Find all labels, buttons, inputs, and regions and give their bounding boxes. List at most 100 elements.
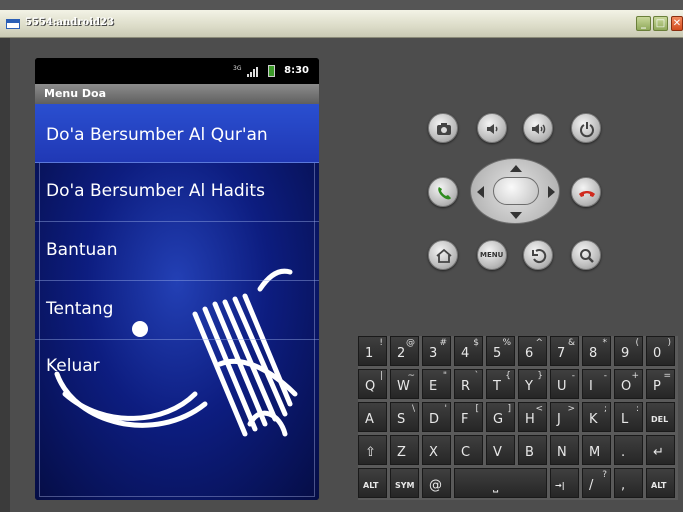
key-main-label: ⎵ [493, 478, 499, 493]
key-z[interactable]: Z [390, 435, 419, 465]
menu-item-tentang[interactable]: Tentang [35, 281, 319, 340]
minimize-button[interactable]: _ [636, 16, 651, 31]
key-5[interactable]: 5% [486, 336, 515, 366]
key-7[interactable]: 7 & [550, 336, 579, 366]
key-g[interactable]: G] [486, 402, 515, 432]
key-alt-label: - [603, 371, 607, 381]
key-0[interactable]: 0) [646, 336, 675, 366]
dpad-center-button[interactable] [493, 177, 539, 205]
key-alt-label: < [535, 404, 543, 414]
home-button[interactable] [428, 240, 458, 270]
volume-up-button[interactable] [523, 113, 553, 143]
key-e[interactable]: E " [422, 369, 451, 399]
key-main-label: SYM [395, 481, 415, 490]
key-[interactable]: , [614, 468, 643, 498]
key-n[interactable]: N [550, 435, 579, 465]
key-1[interactable]: 1! [358, 336, 387, 366]
key-[interactable]: ⇧ [358, 435, 387, 465]
key-main-label: 5 [493, 346, 502, 361]
maximize-button[interactable]: □ [653, 16, 668, 31]
key-c[interactable]: C [454, 435, 483, 465]
key-r[interactable]: R ` [454, 369, 483, 399]
key-[interactable]: /? [582, 468, 611, 498]
menu-item-hadits[interactable]: Do'a Bersumber Al Hadits [35, 163, 319, 222]
key-f[interactable]: F[ [454, 402, 483, 432]
key-main-label: ⇧ [365, 445, 376, 460]
key-alt-label: @ [406, 338, 415, 348]
search-button[interactable] [571, 240, 601, 270]
key-d[interactable]: D ' [422, 402, 451, 432]
window-icon [6, 19, 20, 29]
menu-item-label: Keluar [46, 356, 100, 376]
menu-item-keluar[interactable]: Keluar [35, 340, 319, 399]
window-titlebar[interactable]: 5554:android23 _ □ ✕ [0, 10, 683, 38]
key-main-label: ↵ [653, 445, 664, 460]
key-alt-label: % [502, 338, 511, 348]
menu-item-quran[interactable]: Do'a Bersumber Al Qur'an [35, 104, 319, 163]
key-alt-label: ? [602, 470, 607, 480]
key-[interactable]: ↵ [646, 435, 675, 465]
phone-screen[interactable]: 3G 8:30 Menu Doa Do'a Bersumber Al Qur'a… [35, 58, 319, 500]
call-icon [438, 187, 451, 200]
menu-item-bantuan[interactable]: Bantuan [35, 222, 319, 281]
key-alt-label: ] [507, 404, 511, 414]
key-alt-label: ( [635, 338, 639, 348]
key-t[interactable]: T{ [486, 369, 515, 399]
key-[interactable]: . [614, 435, 643, 465]
key-alt-label: ! [379, 338, 383, 348]
menu-button[interactable]: MENU [477, 240, 507, 270]
key-p[interactable]: P = [646, 369, 675, 399]
key-h[interactable]: H < [518, 402, 547, 432]
key-s[interactable]: S \ [390, 402, 419, 432]
key-o[interactable]: O + [614, 369, 643, 399]
key-alt-label: = [663, 371, 671, 381]
key-8[interactable]: 8 * [582, 336, 611, 366]
key-4[interactable]: 4 $ [454, 336, 483, 366]
close-button[interactable]: ✕ [671, 16, 683, 31]
volume-up-icon [532, 124, 546, 134]
dpad[interactable] [470, 158, 560, 224]
key-main-label: T [493, 379, 501, 394]
key-b[interactable]: B [518, 435, 547, 465]
key-k[interactable]: K; [582, 402, 611, 432]
key-6[interactable]: 6 ^ [518, 336, 547, 366]
key-x[interactable]: X [422, 435, 451, 465]
key-u[interactable]: U- [550, 369, 579, 399]
key-alt-label: & [567, 338, 575, 348]
key-3[interactable]: 3 # [422, 336, 451, 366]
key-main-label: 0 [653, 346, 662, 361]
key-space[interactable]: ⎵ [454, 468, 547, 498]
app-title-bar: Menu Doa [35, 84, 319, 104]
end-call-button[interactable] [571, 177, 601, 207]
emulator-window: 5554:android23 _ □ ✕ 3G 8:30 Menu Doa Do… [0, 0, 683, 512]
key-q[interactable]: Q | [358, 369, 387, 399]
volume-down-button[interactable] [477, 113, 507, 143]
power-button[interactable] [571, 113, 601, 143]
camera-button[interactable] [428, 113, 458, 143]
back-button[interactable] [523, 240, 553, 270]
key-del[interactable]: DEL [646, 402, 675, 432]
key-[interactable]: →| [550, 468, 579, 498]
key-main-label: N [557, 445, 567, 460]
key-sym[interactable]: SYM [390, 468, 419, 498]
search-icon [580, 249, 594, 263]
key-[interactable]: @ [422, 468, 451, 498]
key-main-label: 9 [621, 346, 630, 361]
key-main-label: 4 [461, 346, 470, 361]
key-w[interactable]: W ~ [390, 369, 419, 399]
key-v[interactable]: V [486, 435, 515, 465]
key-m[interactable]: M [582, 435, 611, 465]
key-i[interactable]: I- [582, 369, 611, 399]
key-a[interactable]: A [358, 402, 387, 432]
key-2[interactable]: 2 @ [390, 336, 419, 366]
key-alt[interactable]: ALT [646, 468, 675, 498]
key-main-label: Z [397, 445, 406, 460]
call-button[interactable] [428, 177, 458, 207]
key-j[interactable]: J > [550, 402, 579, 432]
key-9[interactable]: 9( [614, 336, 643, 366]
key-l[interactable]: L: [614, 402, 643, 432]
key-main-label: I [589, 379, 593, 394]
key-y[interactable]: Y} [518, 369, 547, 399]
key-alt[interactable]: ALT [358, 468, 387, 498]
key-main-label: A [365, 412, 374, 427]
